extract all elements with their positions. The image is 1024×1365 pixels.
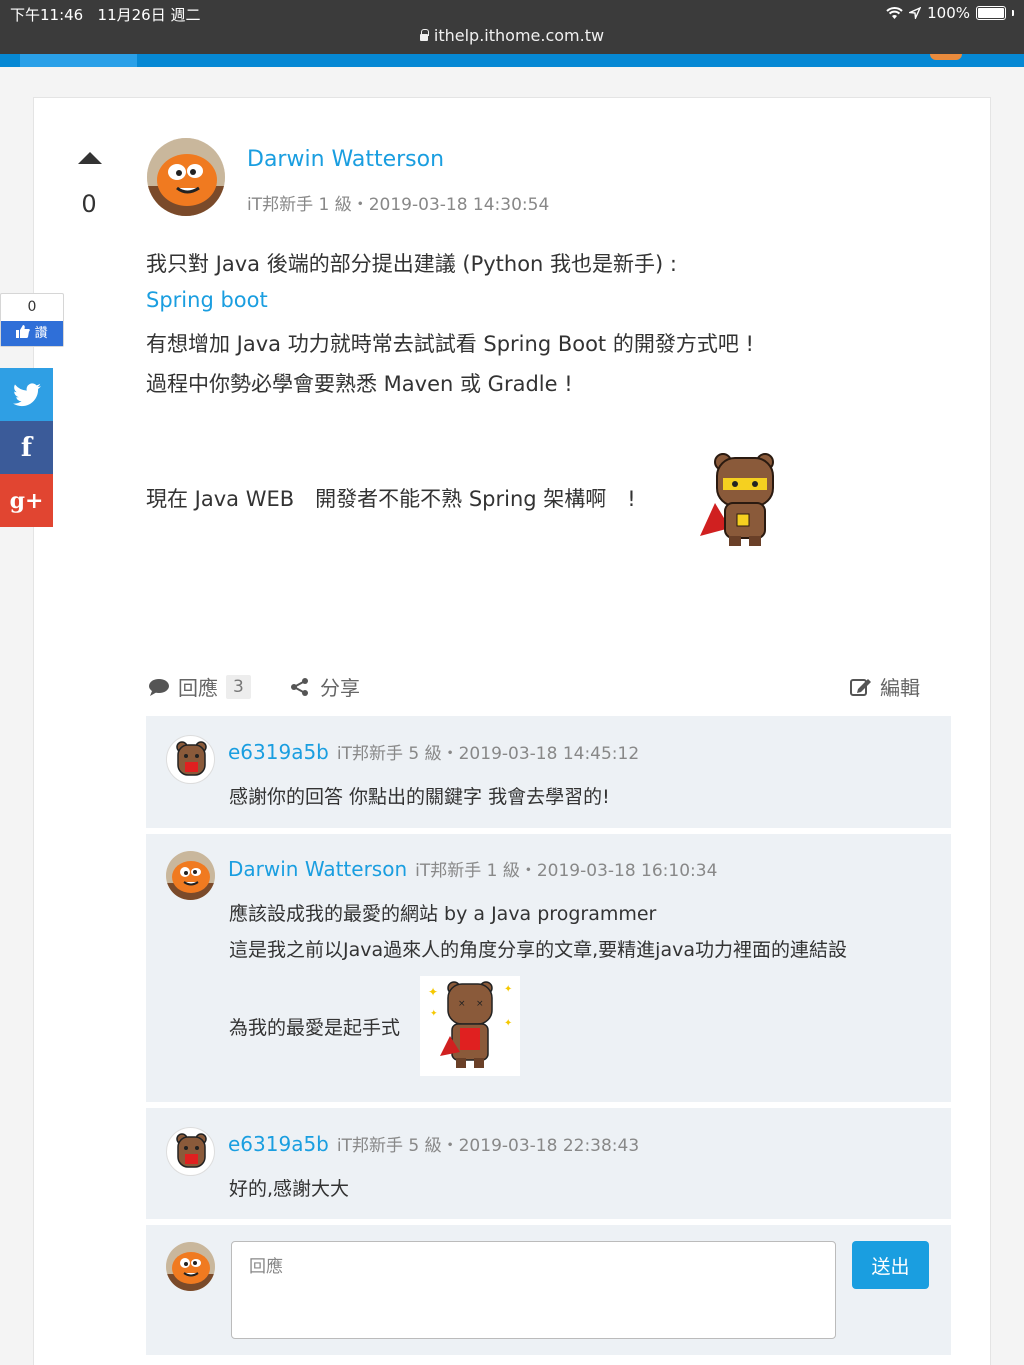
upvote-arrow-icon[interactable] [78,152,102,164]
url-text: ithelp.ithome.com.tw [433,26,605,45]
comment-meta: iT邦新手 1 級・2019-03-18 16:10:34 [415,861,718,881]
comment-author[interactable]: Darwin Watterson [228,857,407,881]
facebook-icon: f [20,432,33,463]
reply-count-badge: 3 [226,674,251,699]
clock: 下午11:46 [10,6,84,24]
share-icon [291,677,308,696]
svg-text:✦: ✦ [504,984,512,995]
comment-author[interactable]: e6319a5b [228,1132,329,1156]
gumball-avatar-icon [166,851,215,900]
comment-header: e6319a5b iT邦新手 5 級・2019-03-18 14:45:12 [228,739,639,764]
battery-nub [1012,10,1014,16]
bear-sparkle-sticker-icon: ✦ ✦ ✦ ✦ × × [420,976,520,1076]
answer-text-line: 我只對 Java 後端的部分提出建議 (Python 我也是新手) : [146,252,677,276]
address-bar[interactable]: ithelp.ithome.com.tw [0,26,1024,45]
like-button[interactable]: 讚 [1,321,63,346]
date: 11月26日 週二 [97,6,201,24]
googleplus-share-button[interactable]: g+ [0,474,53,527]
location-arrow-icon [909,7,922,19]
site-header-strip [0,54,1024,67]
wifi-icon [886,6,903,19]
favorites-article-link[interactable]: 應該設成我的最愛的網站 by a Java programmer [229,899,656,926]
bear-avatar-icon [176,741,207,776]
comment-header: e6319a5b iT邦新手 5 級・2019-03-18 22:38:43 [228,1131,639,1156]
like-label: 讚 [34,326,48,341]
user-avatar-peek[interactable] [930,54,962,60]
reply-label: 回應 [178,676,218,700]
svg-text:✦: ✦ [430,1009,438,1019]
like-count: 0 [27,299,37,315]
twitter-icon [12,382,41,406]
author-avatar[interactable] [147,138,225,216]
battery-percent: 100% [927,4,970,22]
comment-meta: iT邦新手 5 級・2019-03-18 22:38:43 [336,1136,640,1156]
share-action[interactable]: 分享 [290,672,360,701]
comment-item [146,1108,951,1219]
facebook-like-box[interactable]: 0 讚 [0,293,64,347]
answer-text-line: 過程中你勢必學會要熟悉 Maven 或 Gradle ! [146,372,573,396]
commenter-avatar[interactable] [166,1127,215,1176]
status-time: 下午11:46 11月26日 週二 [10,4,201,25]
facebook-share-button[interactable]: f [0,421,53,474]
svg-text:✦: ✦ [428,985,438,999]
answer-text-line: 現在 Java WEB 開發者不能不熟 Spring 架構啊 ! [146,487,636,511]
submit-button[interactable]: 送出 [852,1241,929,1289]
reply-textarea[interactable]: 回應 [231,1241,836,1339]
gumball-avatar-icon [166,1242,215,1291]
battery-icon [976,6,1006,20]
reply-action[interactable]: 回應 3 [148,672,251,701]
speech-bubble-icon [149,678,169,696]
spring-boot-link[interactable]: Spring boot [146,288,268,312]
bear-hero-sticker-icon [700,453,774,546]
comment-header: Darwin Watterson iT邦新手 1 級・2019-03-18 16:… [228,856,717,881]
status-indicators: 100% [886,4,1014,22]
bear-avatar-icon [176,1133,207,1168]
commenter-avatar[interactable] [166,735,215,784]
comment-text: 為我的最愛是起手式 [229,1017,401,1039]
edit-action[interactable]: 編輯 [850,672,920,701]
comment-text: 好的,感謝大大 [229,1178,350,1200]
comment-author[interactable]: e6319a5b [228,740,329,764]
googleplus-icon: g+ [9,487,44,514]
comment-meta: iT邦新手 5 級・2019-03-18 14:45:12 [336,744,640,764]
svg-text:×: × [476,999,484,1009]
author-meta: iT邦新手 1 級・2019-03-18 14:30:54 [247,195,550,215]
svg-text:×: × [458,999,466,1009]
gumball-avatar-icon [147,138,225,216]
comment-text: 這是我之前以Java過來人的角度分享的文章,要精進java功力裡面的連結設 [229,939,847,961]
comment-item [146,716,951,828]
author-name[interactable]: Darwin Watterson [247,147,444,172]
vote-count: 0 [81,190,97,218]
thumbs-up-icon [16,325,31,338]
edit-icon [850,678,871,696]
share-label: 分享 [320,676,360,700]
current-user-avatar [166,1242,215,1291]
reply-placeholder: 回應 [249,1257,283,1277]
twitter-share-button[interactable] [0,368,53,421]
status-bar: 下午11:46 11月26日 週二 100% ithelp.ithome.com… [0,0,1024,54]
active-tab-highlight [20,54,137,67]
answer-text-line: 有想增加 Java 功力就時常去試試看 Spring Boot 的開發方式吧 ! [146,332,754,356]
comment-text: 感謝你的回答 你點出的關鍵字 我會去學習的! [229,786,610,808]
edit-label: 編輯 [880,676,920,700]
svg-text:✦: ✦ [504,1018,512,1029]
social-share-bar: 0 讚 f g+ [0,293,64,527]
commenter-avatar[interactable] [166,851,215,900]
lock-icon [419,29,429,41]
